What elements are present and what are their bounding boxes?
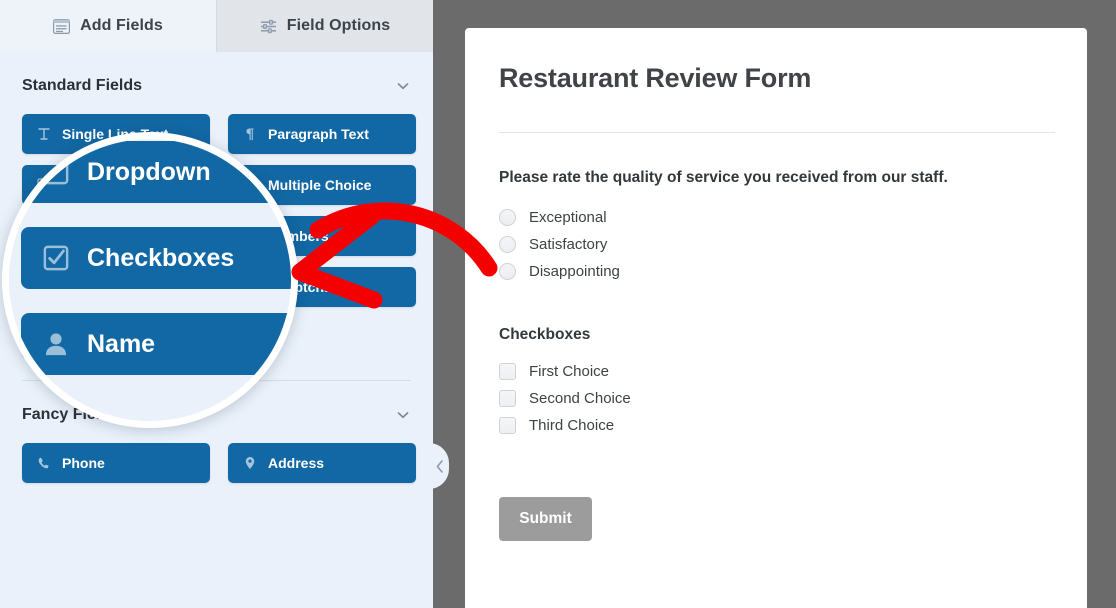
radio-choice-label: Exceptional [529, 208, 607, 226]
radio-choice-item[interactable]: Satisfactory [499, 231, 1049, 258]
field-button-address[interactable]: Address [228, 443, 416, 483]
form-title: Restaurant Review Form [499, 63, 812, 93]
section-title-standard-fields: Standard Fields [22, 77, 143, 94]
submit-button[interactable]: Submit [499, 496, 592, 541]
section-header-standard-fields[interactable]: Standard Fields [0, 64, 433, 108]
checkbox-group-label: Checkboxes [499, 325, 591, 343]
phone-icon [36, 455, 52, 471]
field-label: Address [268, 455, 325, 471]
magnified-field-label: Dropdown [87, 157, 211, 186]
radio-choice-item[interactable]: Exceptional [499, 204, 1049, 231]
checkbox-choice-list: First Choice Second Choice Third Choice [499, 358, 1049, 439]
field-button-phone[interactable]: Phone [22, 443, 210, 483]
question-label: Please rate the quality of service you r… [499, 169, 948, 187]
magnified-field-button-checkboxes[interactable]: Checkboxes [21, 227, 291, 289]
form-preview-card: Restaurant Review Form Please rate the q… [465, 28, 1087, 608]
checkbox-input[interactable] [499, 389, 516, 407]
radio-choice-label: Satisfactory [529, 235, 608, 253]
tab-add-fields-label: Add Fields [80, 17, 163, 34]
chevron-down-icon[interactable] [395, 78, 411, 94]
form-builder-app: Add Fields Field Options Standard Fields… [0, 0, 1116, 608]
checkbox-choice-label: First Choice [529, 362, 610, 380]
magnified-field-button-name[interactable]: Name [21, 313, 291, 375]
form-title-divider [499, 132, 1055, 134]
radio-choice-list: Exceptional Satisfactory Disappointing [499, 204, 1049, 285]
magnifier-content: Dropdown Checkboxes Name [9, 139, 291, 421]
fancy-fields-grid: Phone Address [0, 437, 433, 483]
tab-field-options-label: Field Options [286, 17, 391, 34]
radio-button[interactable] [499, 235, 516, 253]
magnified-field-button-dropdown[interactable]: Dropdown [21, 141, 291, 203]
checkbox-choice-item[interactable]: Second Choice [499, 385, 1049, 412]
checkbox-icon [43, 245, 69, 271]
checkbox-choice-label: Second Choice [529, 389, 631, 407]
dropdown-icon [43, 159, 69, 185]
user-icon [43, 331, 69, 357]
magnified-field-label: Name [87, 329, 156, 358]
magnifier-zoom-overlay: Dropdown Checkboxes Name [2, 132, 298, 428]
radio-button[interactable] [499, 262, 516, 280]
sliders-icon [260, 19, 277, 34]
list-panel-icon [53, 18, 71, 34]
field-label: Phone [62, 455, 105, 471]
checkbox-input[interactable] [499, 362, 516, 380]
radio-button[interactable] [499, 208, 516, 226]
checkbox-input[interactable] [499, 416, 516, 434]
checkbox-choice-label: Third Choice [529, 416, 615, 434]
radio-choice-item[interactable]: Disappointing [499, 258, 1049, 285]
chevron-left-icon [436, 459, 443, 473]
magnified-field-label: Checkboxes [87, 243, 235, 272]
tab-add-fields[interactable]: Add Fields [0, 0, 216, 52]
radio-choice-label: Disappointing [529, 262, 620, 280]
checkbox-choice-item[interactable]: First Choice [499, 358, 1049, 385]
map-pin-icon [242, 455, 258, 471]
tab-field-options[interactable]: Field Options [216, 0, 433, 52]
builder-tab-bar: Add Fields Field Options [0, 0, 433, 52]
checkbox-choice-item[interactable]: Third Choice [499, 412, 1049, 439]
chevron-down-icon[interactable] [395, 407, 411, 423]
